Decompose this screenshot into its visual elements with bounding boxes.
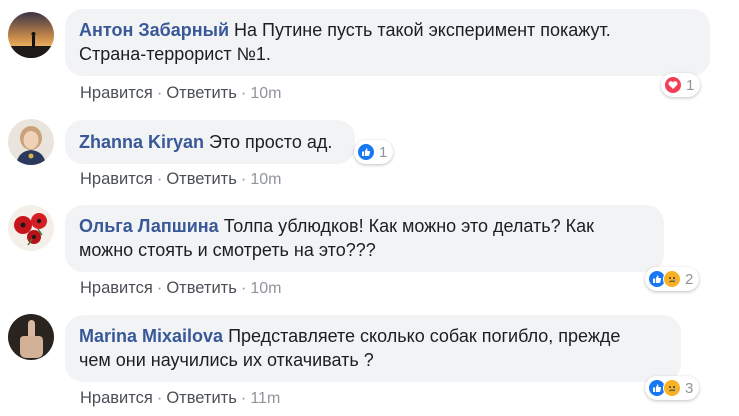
comment-text-line: Представляете сколько собак погибло, пре… [228,326,621,346]
avatar[interactable] [8,314,54,360]
reaction-summary[interactable]: 1 [661,73,701,97]
separator: · [156,389,163,407]
reaction-summary[interactable]: 2 [645,267,700,291]
comment-text-line: чем они научились их откачивать ? [79,350,374,370]
comment-bubble: Антон Забарный На Путине пусть такой эксп… [65,9,710,76]
reply-link[interactable]: Ответить [166,170,237,188]
comment-text-line: Страна-террорист №1. [79,44,271,64]
separator: · [156,279,163,297]
reaction-count: 3 [685,379,694,397]
comment-timestamp[interactable]: 10m [250,85,281,102]
reaction-count: 1 [379,143,388,161]
comment-actions: Нравится · Ответить · 10m [80,84,281,103]
comment-author[interactable]: Marina Mixailova [79,326,223,346]
like-link[interactable]: Нравится [80,389,153,407]
avatar-poppies-photo [8,205,54,251]
like-link[interactable]: Нравится [80,84,153,102]
comment-text-line: Толпа ублюдков! Как можно это делать? Ка… [223,216,595,236]
reply-link[interactable]: Ответить [166,84,237,102]
sad-reaction-icon [663,379,681,397]
like-link[interactable]: Нравится [80,170,153,188]
comment-timestamp[interactable]: 11m [250,390,280,407]
comment-author[interactable]: Ольга Лапшина [79,216,219,236]
avatar-hand-photo [8,314,54,360]
comment-bubble: Marina Mixailova Представляете сколько со… [65,315,681,382]
comment-timestamp[interactable]: 10m [250,280,281,297]
comment-actions: Нравится · Ответить · 11m [80,389,280,408]
comment-actions: Нравится · Ответить · 10m [80,279,281,298]
comment-text-line: можно стоять и смотреть на это??? [79,240,376,260]
separator: · [240,170,247,188]
reaction-count: 2 [685,270,694,288]
love-reaction-icon [664,76,682,94]
separator: · [240,389,247,407]
avatar-woman-photo [8,119,54,165]
separator: · [240,279,247,297]
comment-author[interactable]: Zhanna Kiryan [79,132,204,152]
reaction-summary[interactable]: 1 [354,140,394,164]
comment-text-line: Это просто ад. [209,132,333,152]
like-link[interactable]: Нравится [80,279,153,297]
avatar[interactable] [8,205,54,251]
comment-actions: Нравится · Ответить · 10m [80,170,281,189]
avatar-sunset-photo [8,12,54,58]
comment-text-line: На Путине пусть такой эксперимент покажу… [234,20,611,40]
separator: · [240,84,247,102]
separator: · [156,84,163,102]
avatar[interactable] [8,119,54,165]
reply-link[interactable]: Ответить [166,279,237,297]
separator: · [156,170,163,188]
reaction-count: 1 [686,76,695,94]
reaction-summary[interactable]: 3 [645,376,700,400]
comment-author[interactable]: Антон Забарный [79,20,229,40]
like-reaction-icon [357,143,375,161]
comment-bubble: Zhanna Kiryan Это просто ад. [65,120,355,164]
avatar[interactable] [8,12,54,58]
sad-reaction-icon [663,270,681,288]
comment-bubble: Ольга Лапшина Толпа ублюдков! Как можно э… [65,205,664,272]
comment-timestamp[interactable]: 10m [250,171,281,188]
reply-link[interactable]: Ответить [166,389,237,407]
